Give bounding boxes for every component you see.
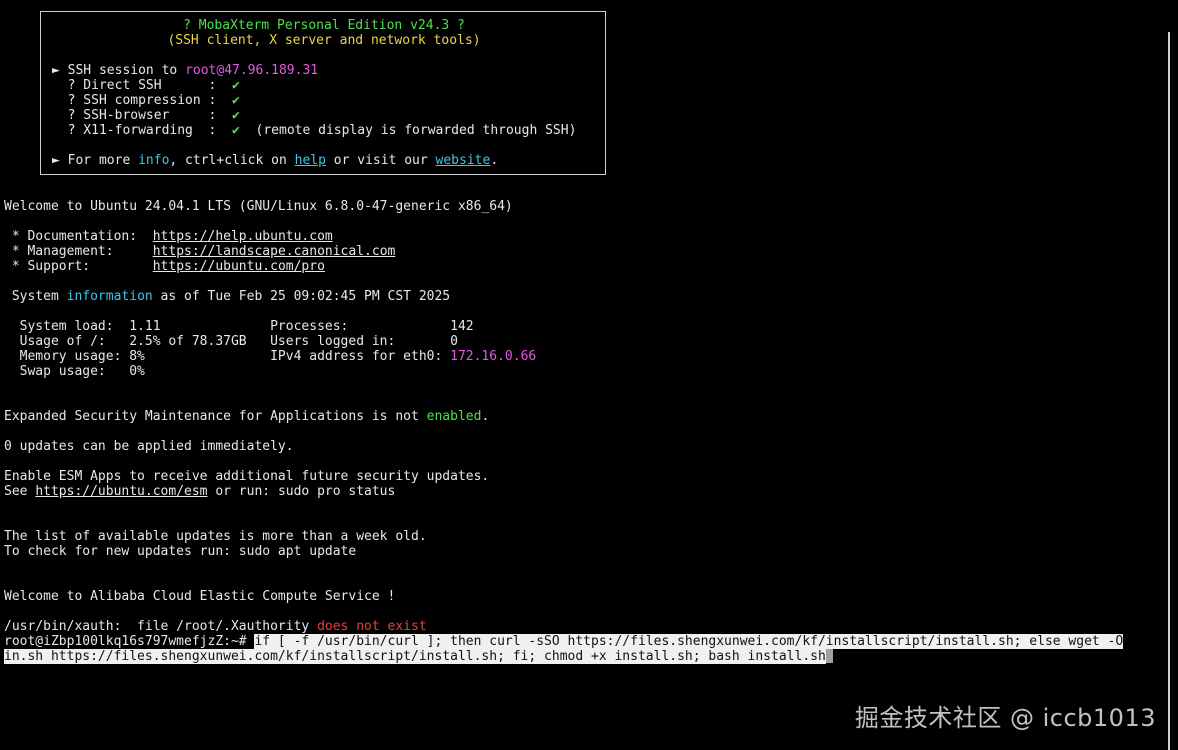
terminal-window[interactable]: ? MobaXterm Personal Edition v24.3 ? (SS… bbox=[0, 0, 1178, 750]
vertical-scrollbar[interactable] bbox=[1168, 32, 1170, 750]
support-url-link[interactable]: https://ubuntu.com/pro bbox=[153, 259, 325, 274]
x11-note: (remote display is forwarded through SSH… bbox=[239, 123, 577, 138]
banner-title: ? MobaXterm Personal Edition v24.3 ? bbox=[183, 18, 465, 33]
check-icon: ✔ bbox=[232, 93, 240, 108]
prompt-line-wrap[interactable]: in.sh https://files.shengxunwei.com/kf/i… bbox=[4, 649, 833, 664]
support-label: * Support: bbox=[4, 259, 153, 274]
doc-label: * Documentation: bbox=[4, 229, 153, 244]
ssh-compression-label: ? SSH compression : bbox=[67, 93, 233, 108]
support-line: * Support: https://ubuntu.com/pro bbox=[4, 259, 325, 274]
banner-subtitle: (SSH client, X server and network tools) bbox=[167, 33, 481, 48]
x11-forwarding-label: ? X11-forwarding : bbox=[67, 123, 233, 138]
xauth-line: /usr/bin/xauth: file /root/.Xauthority d… bbox=[4, 619, 427, 634]
check-updates-line: To check for new updates run: sudo apt u… bbox=[4, 544, 357, 559]
sysinfo-line: System information as of Tue Feb 25 09:0… bbox=[4, 289, 450, 304]
more-mid2: or visit our bbox=[325, 153, 436, 168]
alibaba-welcome: Welcome to Alibaba Cloud Elastic Compute… bbox=[4, 589, 396, 604]
sysinfo-suffix: as of Tue Feb 25 09:02:45 PM CST 2025 bbox=[152, 289, 451, 304]
check-icon: ✔ bbox=[232, 123, 240, 138]
see-suffix: or run: sudo pro status bbox=[207, 484, 396, 499]
info-link[interactable]: info bbox=[138, 153, 169, 168]
shell-prompt: root@iZbp100lkq16s797wmefjzZ:~# bbox=[4, 634, 255, 649]
banner-ssh-compression: ? SSH compression : ✔ bbox=[52, 93, 240, 108]
stats-row-3-text: Memory usage: 8% IPv4 address for eth0: bbox=[4, 349, 451, 364]
stats-row-4: Swap usage: 0% bbox=[4, 364, 145, 379]
session-host: root@47.96.189.31 bbox=[185, 63, 319, 78]
ssh-browser-label: ? SSH-browser : bbox=[67, 108, 233, 123]
esm-apps-line: Enable ESM Apps to receive additional fu… bbox=[4, 469, 490, 484]
banner-ssh-browser: ? SSH-browser : ✔ bbox=[52, 108, 240, 123]
stats-row-1: System load: 1.11 Processes: 142 bbox=[4, 319, 474, 334]
mobaxterm-banner: ? MobaXterm Personal Edition v24.3 ? (SS… bbox=[40, 11, 606, 175]
more-prefix: ► For more bbox=[52, 153, 139, 168]
see-prefix: See bbox=[4, 484, 36, 499]
mgmt-line: * Management: https://landscape.canonica… bbox=[4, 244, 396, 259]
check-icon: ✔ bbox=[232, 108, 240, 123]
ipv4-address: 172.16.0.66 bbox=[450, 349, 537, 364]
xauth-prefix: /usr/bin/xauth: file /root/.Xauthority bbox=[4, 619, 318, 634]
updates-line: 0 updates can be applied immediately. bbox=[4, 439, 294, 454]
sysinfo-word: information bbox=[66, 289, 153, 304]
check-icon: ✔ bbox=[232, 78, 240, 93]
list-old-line: The list of available updates is more th… bbox=[4, 529, 427, 544]
esm-end: . bbox=[481, 409, 490, 424]
esm-enabled-word: enabled bbox=[426, 409, 482, 424]
doc-url-link[interactable]: https://help.ubuntu.com bbox=[153, 229, 333, 244]
stats-row-3: Memory usage: 8% IPv4 address for eth0: … bbox=[4, 349, 537, 364]
stats-row-2: Usage of /: 2.5% of 78.37GB Users logged… bbox=[4, 334, 458, 349]
banner-more-line: ► For more info, ctrl+click on help or v… bbox=[52, 153, 498, 168]
esm-line: Expanded Security Maintenance for Applic… bbox=[4, 409, 489, 424]
banner-x11-forwarding: ? X11-forwarding : ✔ (remote display is … bbox=[52, 123, 577, 138]
esm-prefix: Expanded Security Maintenance for Applic… bbox=[4, 409, 427, 424]
xauth-error: does not exist bbox=[317, 619, 427, 634]
session-prefix: ► SSH session to bbox=[52, 63, 186, 78]
command-text-2[interactable]: in.sh https://files.shengxunwei.com/kf/i… bbox=[4, 649, 826, 664]
mgmt-url-link[interactable]: https://landscape.canonical.com bbox=[153, 244, 396, 259]
mgmt-label: * Management: bbox=[4, 244, 153, 259]
help-link[interactable]: help bbox=[295, 153, 326, 168]
doc-line: * Documentation: https://help.ubuntu.com bbox=[4, 229, 333, 244]
see-line: See https://ubuntu.com/esm or run: sudo … bbox=[4, 484, 395, 499]
banner-direct-ssh: ? Direct SSH : ✔ bbox=[52, 78, 240, 93]
prompt-line[interactable]: root@iZbp100lkq16s797wmefjzZ:~# if [ -f … bbox=[4, 634, 1124, 649]
watermark: 掘金技术社区 @ iccb1013 bbox=[854, 704, 1156, 732]
ubuntu-welcome: Welcome to Ubuntu 24.04.1 LTS (GNU/Linux… bbox=[4, 199, 513, 214]
sysinfo-prefix: System bbox=[4, 289, 67, 304]
more-mid: , ctrl+click on bbox=[169, 153, 295, 168]
esm-url-link[interactable]: https://ubuntu.com/esm bbox=[35, 484, 207, 499]
text-cursor bbox=[825, 649, 833, 663]
direct-ssh-label: ? Direct SSH : bbox=[67, 78, 233, 93]
more-end: . bbox=[490, 153, 499, 168]
command-text-1[interactable]: if [ -f /usr/bin/curl ]; then curl -sSO … bbox=[254, 634, 1124, 649]
banner-session-line: ► SSH session to root@47.96.189.31 bbox=[52, 63, 318, 78]
website-link[interactable]: website bbox=[436, 153, 491, 168]
